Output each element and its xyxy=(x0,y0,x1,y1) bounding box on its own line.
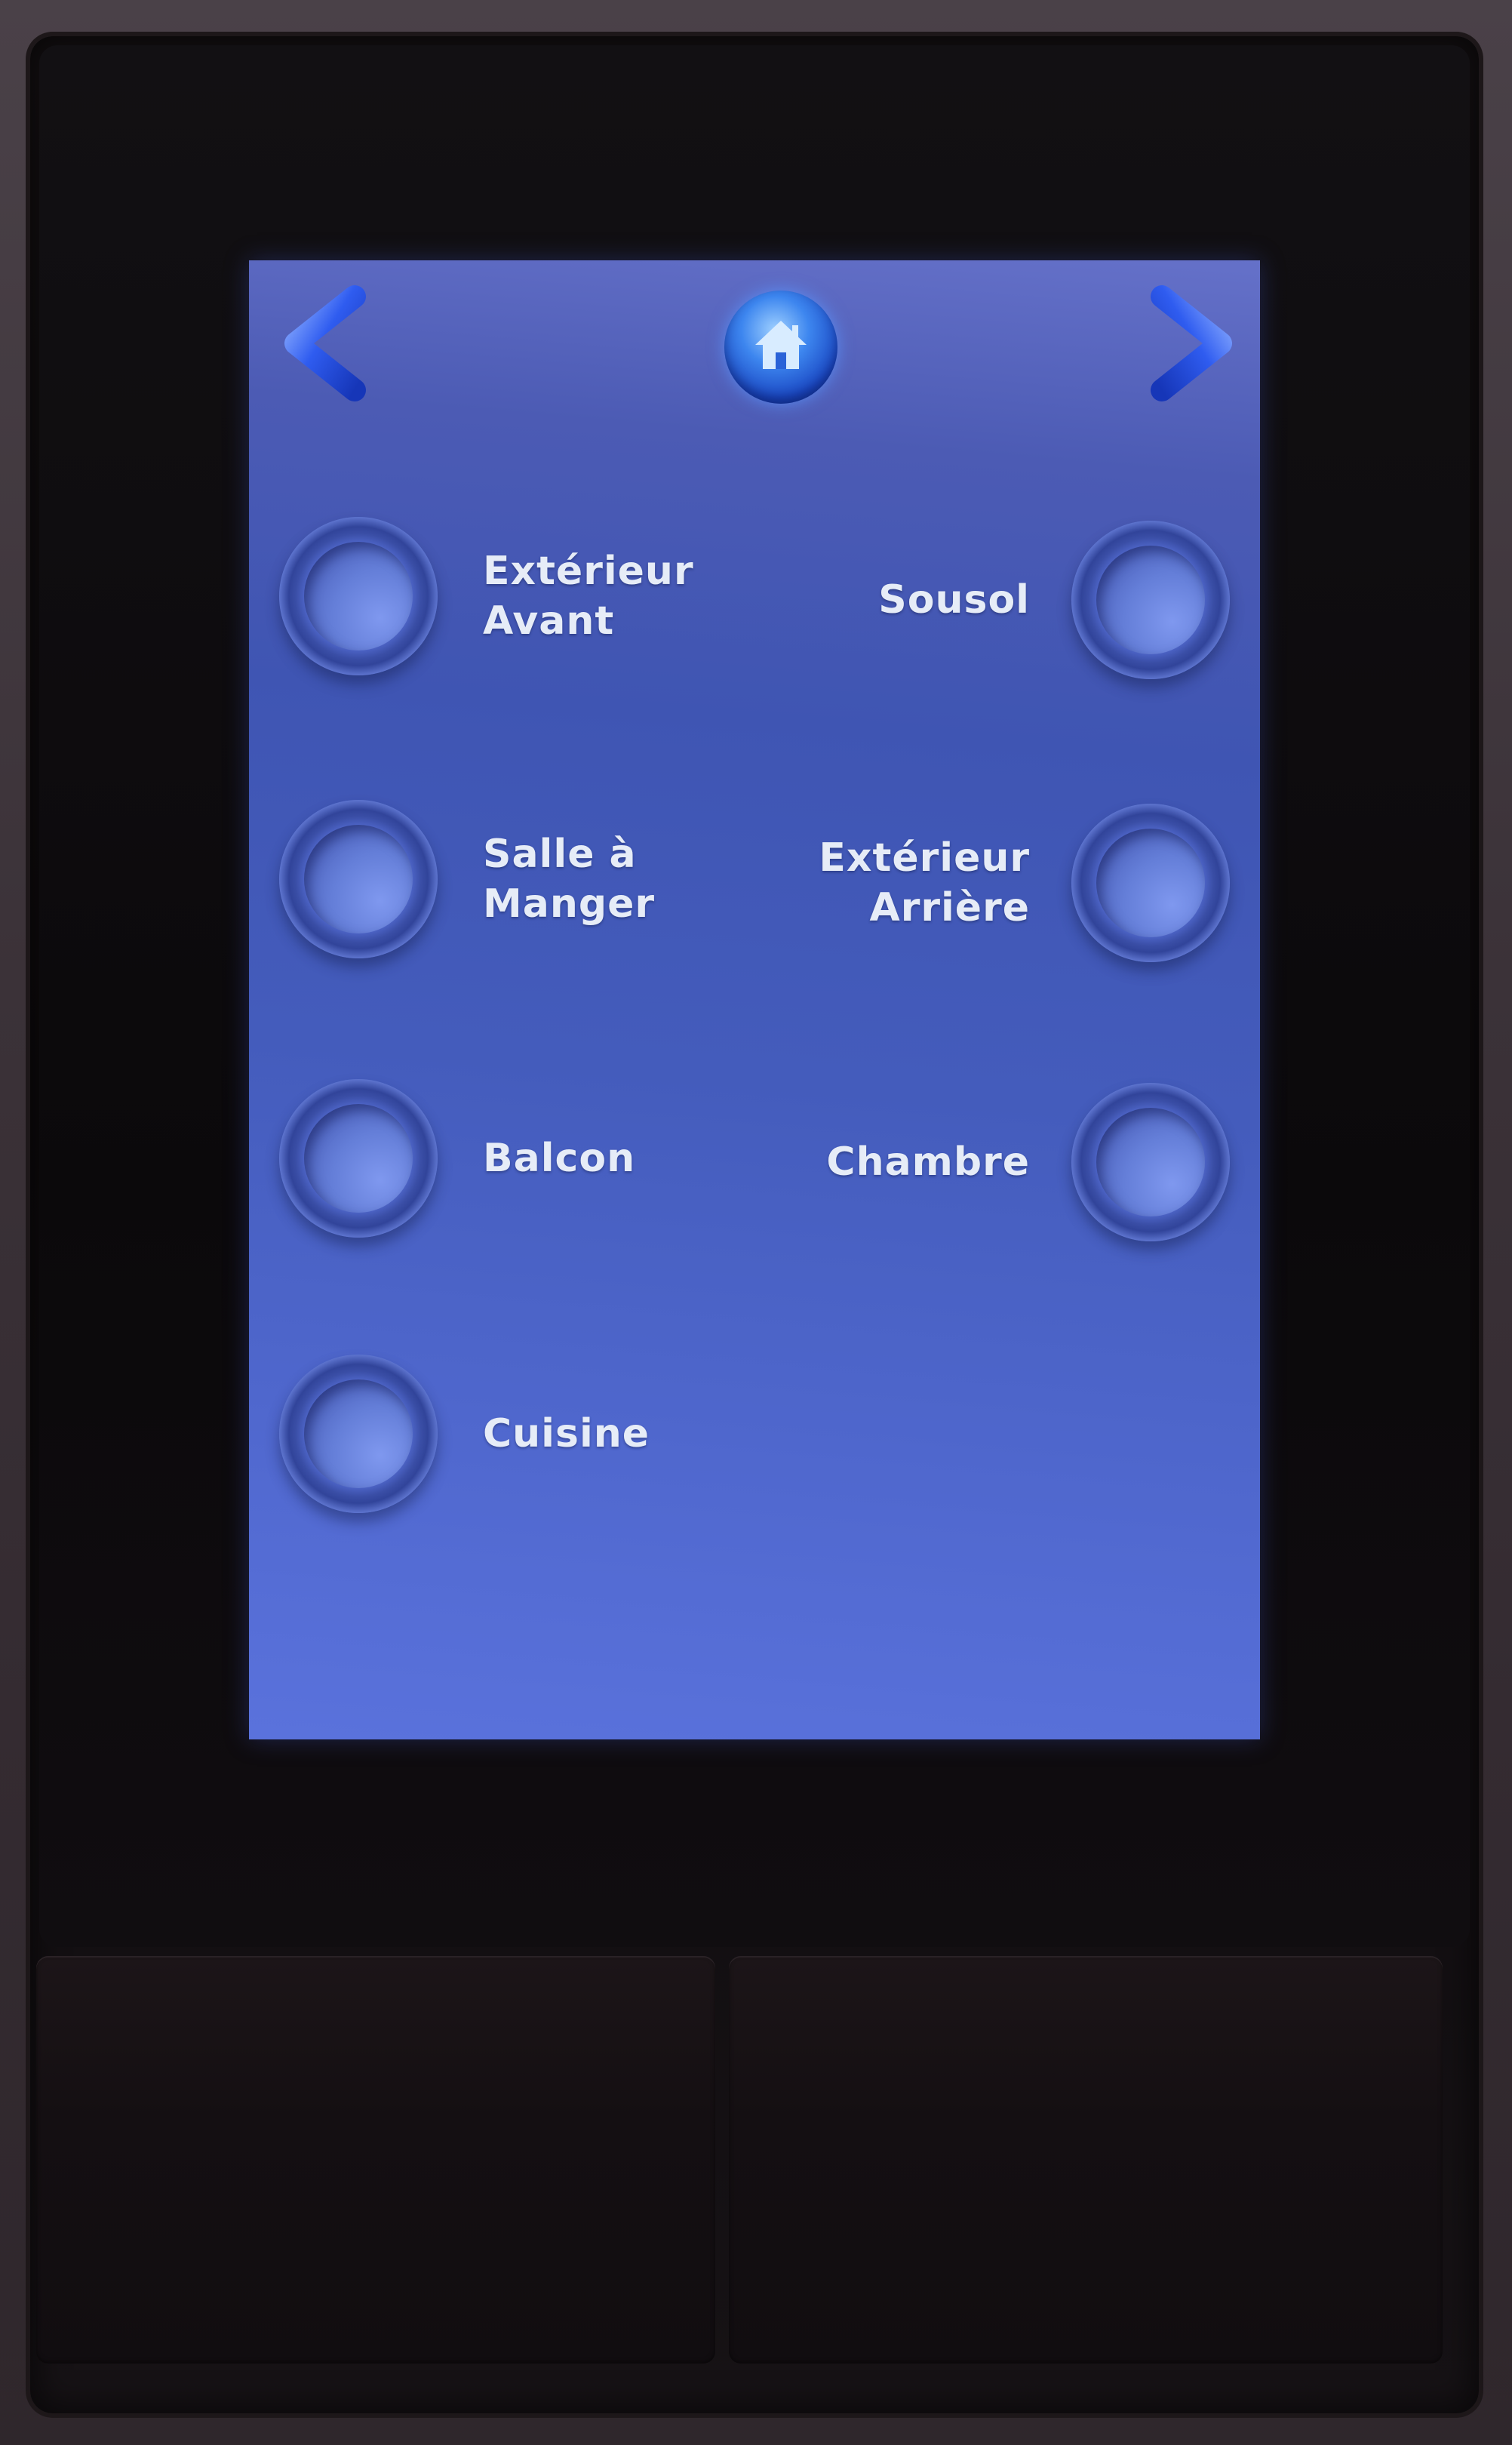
switch-label: Chambre xyxy=(826,1139,1030,1185)
switch-label: Balcon xyxy=(483,1136,636,1181)
touch-screen: Extérieur Avant Sousol Salle à Manger Ex… xyxy=(249,260,1260,1739)
chevron-right-icon xyxy=(1151,285,1232,401)
home-button[interactable] xyxy=(724,291,837,404)
round-toggle-button[interactable] xyxy=(279,1079,438,1238)
light-switch-salle-a-manger[interactable]: Salle à Manger xyxy=(279,800,655,958)
light-switch-exterieur-avant[interactable]: Extérieur Avant xyxy=(279,517,694,675)
round-toggle-button[interactable] xyxy=(1071,1083,1230,1241)
round-toggle-button[interactable] xyxy=(279,517,438,675)
switch-label: Salle à Manger xyxy=(483,832,655,927)
round-toggle-button[interactable] xyxy=(1071,804,1230,962)
home-icon xyxy=(755,321,807,369)
previous-page-button[interactable] xyxy=(272,283,377,404)
switch-label: Extérieur Avant xyxy=(483,549,694,644)
light-switch-balcon[interactable]: Balcon xyxy=(279,1079,635,1238)
switch-label: Cuisine xyxy=(483,1411,650,1456)
round-toggle-button[interactable] xyxy=(279,1355,438,1513)
light-switch-sousol[interactable]: Sousol xyxy=(878,521,1230,679)
switch-label: Extérieur Arrière xyxy=(819,835,1030,930)
next-page-button[interactable] xyxy=(1139,283,1245,404)
light-switch-cuisine[interactable]: Cuisine xyxy=(279,1355,650,1513)
round-toggle-button[interactable] xyxy=(1071,521,1230,679)
switch-label: Sousol xyxy=(878,577,1030,623)
light-switch-chambre[interactable]: Chambre xyxy=(826,1083,1230,1241)
round-toggle-button[interactable] xyxy=(279,800,438,958)
lower-right-rocker-button[interactable] xyxy=(729,1956,1443,2364)
chevron-left-icon xyxy=(284,285,366,401)
lower-left-rocker-button[interactable] xyxy=(36,1956,715,2364)
light-switch-exterieur-arriere[interactable]: Extérieur Arrière xyxy=(819,804,1230,962)
